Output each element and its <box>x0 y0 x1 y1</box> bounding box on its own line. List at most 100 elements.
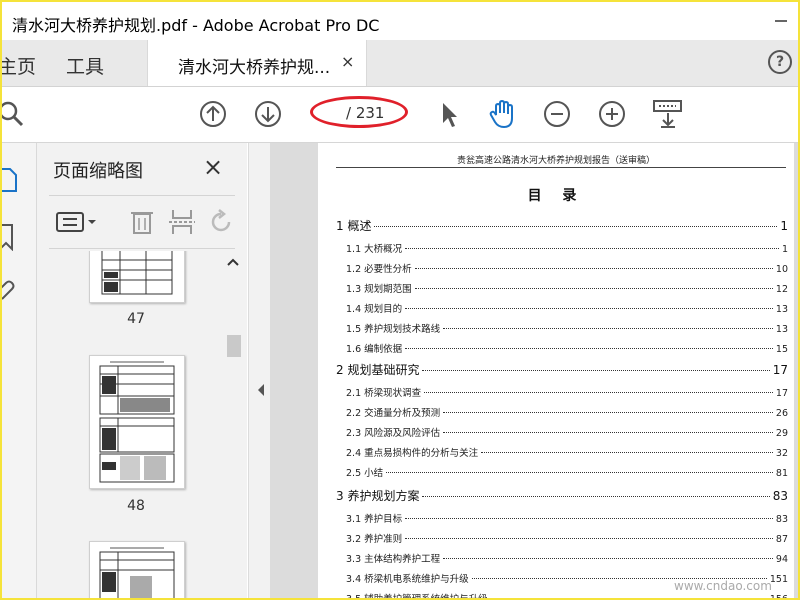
toc-chapter-entry[interactable]: 1 概述 1 <box>336 217 788 234</box>
toc-entry-label: 2.2 交通量分析及预测 <box>346 408 441 419</box>
help-button[interactable]: ? <box>768 50 792 74</box>
thumbnail-page-number: 47 <box>127 311 145 327</box>
toc-entry-page: 83 <box>775 514 788 525</box>
toc-entry-page: 12 <box>775 284 788 295</box>
tab-home[interactable]: 主页 <box>2 52 36 79</box>
thumbnail-scrollbar[interactable] <box>223 251 243 598</box>
toc-entry-label: 3 养护规划方案 <box>336 489 420 503</box>
toc-entry-label: 3.3 主体结构养护工程 <box>346 554 441 565</box>
toc-entry-label: 3.5 辅助养护管理系统维护与升级 <box>346 594 488 600</box>
fit-page-icon[interactable] <box>652 99 684 129</box>
tab-document[interactable]: 清水河大桥养护规... × <box>147 40 367 86</box>
page-up-icon[interactable] <box>199 100 227 128</box>
toc-section-entry[interactable]: 1.6 编制依据 15 <box>336 341 788 355</box>
toc-entry-label: 2.5 小结 <box>346 468 384 479</box>
toc-leader-dots <box>405 538 773 539</box>
toc-chapter-entry[interactable]: 2 规划基础研究 17 <box>336 361 788 378</box>
toc-leader-dots <box>405 248 779 249</box>
toc-entry-page: 26 <box>775 408 788 419</box>
toc-entry-page: 156 <box>769 594 788 600</box>
toc-section-entry[interactable]: 1.5 养护规划技术路线 13 <box>336 321 788 335</box>
title-bar: 清水河大桥养护规划.pdf - Adobe Acrobat Pro DC <box>2 2 798 40</box>
toc-section-entry[interactable]: 2.1 桥梁现状调查 17 <box>336 385 788 399</box>
bookmarks-icon[interactable] <box>0 223 18 251</box>
toc-entry-label: 1.3 规划期范围 <box>346 284 412 295</box>
toc-leader-dots <box>405 518 773 519</box>
options-menu-icon[interactable] <box>55 210 99 234</box>
watermark: www.cndao.com <box>674 579 772 593</box>
toc-section-entry[interactable]: 1.2 必要性分析 10 <box>336 261 788 275</box>
thumbnail-page-48[interactable] <box>89 355 185 489</box>
page-thumbnails-icon[interactable] <box>0 167 18 193</box>
toc-entry-page: 17 <box>775 388 788 399</box>
toc-leader-dots <box>443 432 773 433</box>
toc-entry-label: 1.6 编制依据 <box>346 344 403 355</box>
minimize-button[interactable] <box>760 6 798 36</box>
toc-section-entry[interactable]: 3.1 养护目标 83 <box>336 511 788 525</box>
toc-entry-label: 2.3 风险源及风险评估 <box>346 428 441 439</box>
toc-entry-page: 13 <box>775 304 788 315</box>
toc-leader-dots <box>481 452 773 453</box>
panel-splitter[interactable] <box>248 143 271 598</box>
toc-leader-dots <box>386 472 773 473</box>
delete-icon[interactable] <box>129 208 155 236</box>
hand-tool-icon[interactable] <box>488 98 518 130</box>
toc-section-entry[interactable]: 2.5 小结 81 <box>336 465 788 479</box>
toc-leader-dots <box>405 308 773 309</box>
page-header: 贵瓮高速公路清水河大桥养护规划报告（送审稿） <box>456 156 655 166</box>
toc-entry-page: 17 <box>772 363 788 377</box>
zoom-in-icon[interactable] <box>598 100 626 128</box>
toc-section-entry[interactable]: 2.2 交通量分析及预测 26 <box>336 405 788 419</box>
zoom-out-icon[interactable] <box>543 100 571 128</box>
close-panel-button[interactable]: × <box>203 153 223 181</box>
toc-leader-dots <box>414 268 773 269</box>
toc-leader-dots <box>443 558 773 559</box>
thumbnail-preview <box>99 361 175 483</box>
acrobat-window: 清水河大桥养护规划.pdf - Adobe Acrobat Pro DC 主页 … <box>0 0 800 600</box>
toc-section-entry[interactable]: 1.4 规划目的 13 <box>336 301 788 315</box>
select-arrow-icon[interactable] <box>439 101 461 129</box>
toc-entry-page: 151 <box>769 574 788 585</box>
toc-chapter-entry[interactable]: 3 养护规划方案 83 <box>336 487 788 504</box>
toc-entry-label: 2.4 重点易损构件的分析与关注 <box>346 448 479 459</box>
panel-title: 页面缩略图 <box>53 161 143 182</box>
left-navigation-rail <box>2 143 37 598</box>
collapse-panel-icon[interactable] <box>256 383 266 397</box>
toc-entry-label: 1.4 规划目的 <box>346 304 403 315</box>
tab-tools[interactable]: 工具 <box>66 52 104 79</box>
thumbnail-page-49[interactable] <box>89 541 185 598</box>
red-annotation-oval <box>310 96 408 128</box>
toc-section-entry[interactable]: 3.3 主体结构养护工程 94 <box>336 551 788 565</box>
scroll-up-icon[interactable] <box>226 257 240 267</box>
page-down-icon[interactable] <box>254 100 282 128</box>
attachments-icon[interactable] <box>0 279 18 305</box>
document-viewer[interactable]: 贵瓮高速公路清水河大桥养护规划报告（送审稿） 目 录 1 概述 1 1.1 大桥概况… <box>270 143 798 598</box>
toc-section-entry[interactable]: 2.3 风险源及风险评估 29 <box>336 425 788 439</box>
toc-entry-page: 1 <box>780 219 788 233</box>
toc-section-entry[interactable]: 1.3 规划期范围 12 <box>336 281 788 295</box>
search-icon[interactable] <box>0 99 26 129</box>
toc-entry-label: 1.1 大桥概况 <box>346 244 403 255</box>
toc-entry-label: 3.2 养护准则 <box>346 534 403 545</box>
toc-leader-dots <box>422 496 770 497</box>
toc-leader-dots <box>422 370 770 371</box>
close-tab-button[interactable]: × <box>341 52 354 71</box>
toc-leader-dots <box>424 392 773 393</box>
toc-entry-label: 3.4 桥梁机电系统维护与升级 <box>346 574 469 585</box>
split-page-icon[interactable] <box>169 208 197 236</box>
window-title: 清水河大桥养护规划.pdf - Adobe Acrobat Pro DC <box>12 16 380 35</box>
toc-section-entry[interactable]: 2.4 重点易损构件的分析与关注 32 <box>336 445 788 459</box>
thumbnail-list: 47 48 <box>37 251 223 598</box>
toc-entry-page: 1 <box>781 244 788 255</box>
toc-leader-dots <box>414 288 773 289</box>
thumbnail-preview <box>99 547 175 598</box>
toc-section-entry[interactable]: 1.1 大桥概况 1 <box>336 241 788 255</box>
thumbnail-page-47[interactable] <box>89 251 185 303</box>
rotate-icon[interactable] <box>209 208 235 236</box>
toc-entry-label: 2.1 桥梁现状调查 <box>346 388 422 399</box>
toc-entry-page: 87 <box>775 534 788 545</box>
scrollbar-thumb[interactable] <box>227 335 241 357</box>
toc-section-entry[interactable]: 3.2 养护准则 87 <box>336 531 788 545</box>
toc-entry-page: 29 <box>775 428 788 439</box>
thumbnail-page-number: 48 <box>127 498 145 514</box>
